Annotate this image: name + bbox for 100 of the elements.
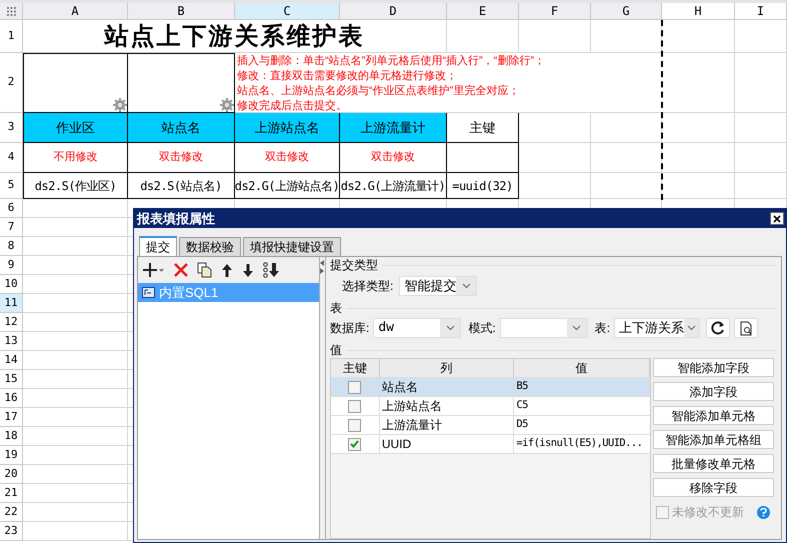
empty-cell [447,20,519,53]
section-label: 表 [330,300,342,317]
action-button[interactable]: 移除字段 [653,478,774,497]
row-header[interactable]: 1 [0,20,23,53]
checkbox[interactable] [348,400,362,412]
move-to-bottom-icon[interactable] [263,262,281,278]
refresh-button[interactable] [706,318,730,338]
row-header[interactable]: 11 [0,294,23,313]
grid-icon[interactable] [6,6,16,16]
copy-icon[interactable] [197,262,212,278]
row-header[interactable]: 23 [0,522,23,541]
empty-cell [735,113,787,143]
row-header[interactable]: 15 [0,370,23,389]
close-button[interactable] [770,212,784,225]
action-button[interactable]: 添加字段 [653,382,774,401]
table-cell: ds2.S(作业区) [23,173,128,199]
tab[interactable]: 提交 [139,236,177,256]
table-cell: =uuid(32) [447,173,519,199]
table-dropdown[interactable]: 上下游关系 [614,318,700,338]
table-row[interactable]: 上游流量计 D5 [331,416,650,435]
checkbox[interactable] [348,438,362,450]
preview-button[interactable] [734,318,758,338]
section-label: 提交类型 [330,257,378,274]
caret-icon [687,325,696,331]
tab[interactable]: 数据校验 [179,237,241,256]
document-search-icon [740,320,753,336]
field-label: 表: [594,320,610,337]
action-button[interactable]: 智能添加单元格组 [653,430,774,449]
row-header[interactable]: 21 [0,484,23,503]
help-icon[interactable] [757,506,770,518]
row-header[interactable]: 9 [0,256,23,275]
row-header[interactable]: 3 [0,113,23,143]
table-icon [142,287,155,298]
checkbox-label: 未修改不更新 [672,504,744,521]
column-header[interactable]: 值 [514,359,650,377]
table-cell: 上游站点名 [380,397,514,415]
gear-icon[interactable] [113,98,127,112]
table-cell-text: =if(isnull(E5),UUID... [515,436,644,452]
database-dropdown[interactable]: dw [373,318,462,338]
table-row[interactable]: 上游站点名 C5 [331,397,650,416]
table-cell: 双击修改 [340,143,447,173]
column-header[interactable]: E [447,3,519,20]
header-cell: 主键 [447,113,519,143]
delete-icon[interactable] [174,263,188,277]
gear-icon[interactable] [220,98,234,112]
checkbox[interactable] [348,418,362,432]
column-header[interactable]: F [519,3,591,20]
row-header[interactable]: 16 [0,389,23,408]
tab[interactable]: 填报快捷键设置 [243,237,341,256]
empty-cell [519,20,591,53]
splitter-arrows-icon[interactable] [320,260,324,274]
up-arrow-icon[interactable] [221,262,233,278]
empty-cell [735,143,787,173]
row-header[interactable]: 7 [0,218,23,237]
row-header[interactable]: 13 [0,332,23,351]
column-header[interactable]: B [128,3,235,20]
column-header[interactable]: D [340,3,447,20]
section-label: 值 [330,342,342,359]
table-cell: 双击修改 [235,143,340,173]
empty-cell [591,173,662,199]
table-cell-text: B5 [515,379,529,394]
row-header[interactable]: 19 [0,446,23,465]
table-cell-text: C5 [515,398,529,414]
row-header[interactable]: 4 [0,143,23,173]
column-header[interactable]: 主键 [331,359,380,377]
row-header[interactable]: 22 [0,503,23,522]
row-header[interactable]: 6 [0,199,23,218]
row-header[interactable]: 10 [0,275,23,294]
row-header[interactable]: 5 [0,173,23,199]
action-button[interactable]: 智能添加单元格 [653,406,774,425]
row-header[interactable]: 2 [0,53,23,113]
caret-icon [446,325,455,331]
column-header[interactable]: A [23,3,128,20]
column-header[interactable]: G [591,3,662,20]
empty-cell [735,53,787,113]
field-label: 数据库: [330,320,370,337]
checkbox[interactable] [348,380,362,394]
column-header[interactable]: C [235,3,340,20]
row-header[interactable]: 8 [0,237,23,256]
table-cell: 上游流量计 [380,416,514,434]
row-header[interactable]: 17 [0,408,23,427]
column-header[interactable]: I [735,3,787,20]
table-cell: 不用修改 [23,143,128,173]
type-dropdown[interactable]: 智能提交 [399,276,478,296]
row-header[interactable]: 12 [0,313,23,332]
add-icon[interactable] [143,262,165,278]
row-header[interactable]: 14 [0,351,23,370]
down-arrow-icon[interactable] [242,262,254,278]
caret-icon [572,325,582,331]
column-header[interactable]: 列 [380,359,514,377]
caret-icon [462,283,471,289]
table-row[interactable]: 站点名 B5 [331,378,650,397]
action-button[interactable]: 智能添加字段 [653,358,774,377]
row-header[interactable]: 18 [0,427,23,446]
column-header[interactable]: H [662,3,735,20]
table-row[interactable]: UUID =if(isnull(E5),UUID... [331,435,650,454]
row-header[interactable]: 20 [0,465,23,484]
action-button[interactable]: 批量修改单元格 [653,454,774,473]
table-cell: ds2.G(上游流量计) [340,173,447,199]
refresh-icon [711,321,726,335]
